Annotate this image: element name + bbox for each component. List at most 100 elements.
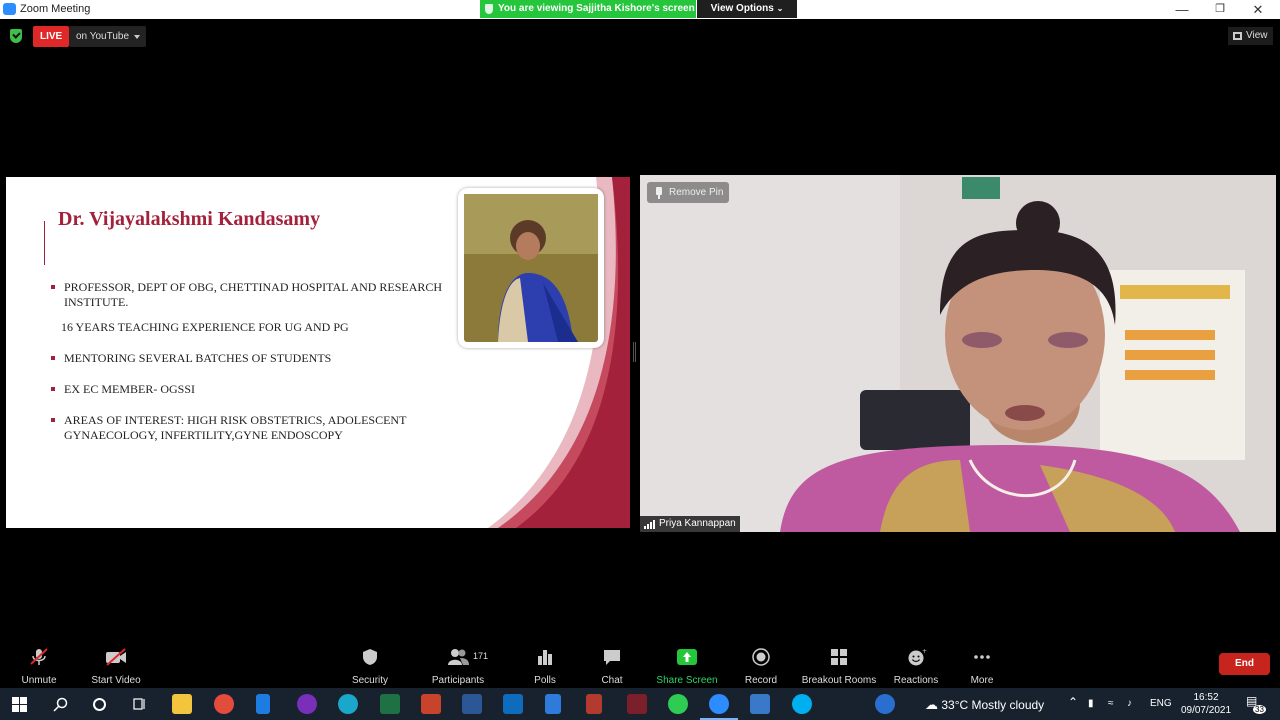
clock-date: 09/07/2021 (1180, 705, 1232, 716)
media-app-icon[interactable] (627, 694, 647, 714)
file-explorer-icon[interactable] (172, 694, 192, 714)
polls-button[interactable]: Polls (525, 648, 565, 688)
breakout-rooms-icon (831, 649, 847, 665)
start-video-label: Start Video (91, 675, 141, 686)
edge-icon[interactable] (338, 694, 358, 714)
unmute-label: Unmute (21, 675, 57, 686)
svg-text:+: + (922, 648, 927, 655)
cloud-icon: ☁ (925, 697, 938, 712)
view-options-button[interactable]: View Options ⌄ (697, 0, 797, 18)
bullet-list: PROFESSOR, DEPT OF OBG, CHETTINAD HOSPIT… (50, 280, 460, 459)
reactions-label: Reactions (893, 675, 939, 686)
acrobat-icon[interactable] (586, 694, 602, 714)
weather-text: 33°C Mostly cloudy (941, 698, 1045, 712)
share-screen-label: Share Screen (656, 675, 718, 686)
clock[interactable]: 16:52 09/07/2021 (1178, 691, 1234, 717)
battery-icon[interactable]: ▮ (1088, 698, 1094, 709)
reactions-button[interactable]: + Reactions (892, 648, 940, 688)
skype-icon[interactable] (792, 694, 812, 714)
microphone-muted-icon (30, 648, 48, 665)
volume-icon[interactable]: ♪ (1127, 698, 1132, 709)
window-title: Zoom Meeting (20, 3, 91, 15)
chevron-down-icon: ⌄ (776, 4, 784, 13)
bullet-text: PROFESSOR, DEPT OF OBG, CHETTINAD HOSPIT… (64, 280, 443, 309)
end-meeting-button[interactable]: End (1219, 653, 1270, 675)
notification-count: 33 (1253, 705, 1266, 714)
security-label: Security (351, 675, 389, 686)
bullet-text: AREAS OF INTEREST: HIGH RISK OBSTETRICS,… (64, 413, 407, 442)
share-screen-icon (677, 649, 697, 665)
wifi-icon[interactable]: ≈ (1108, 698, 1114, 709)
participant-name-tag: Priya Kannappan (640, 516, 740, 532)
more-label: More (970, 675, 994, 686)
colorful-app-icon[interactable] (297, 694, 317, 714)
more-button[interactable]: More (962, 648, 1002, 688)
polls-icon (538, 650, 552, 665)
chat-button[interactable]: Chat (592, 648, 632, 688)
remove-pin-label: Remove Pin (669, 187, 724, 198)
visual-studio-code-icon[interactable] (256, 694, 270, 714)
record-button[interactable]: Record (740, 648, 782, 688)
bullet-item: 16 YEARS TEACHING EXPERIENCE FOR UG AND … (50, 320, 460, 335)
maximize-button[interactable]: ❐ (1200, 0, 1240, 19)
bullet-text: MENTORING SEVERAL BATCHES OF STUDENTS (64, 351, 332, 365)
chrome-icon[interactable] (214, 694, 234, 714)
polls-label: Polls (534, 675, 556, 686)
shield-icon (485, 4, 493, 14)
minimize-button[interactable]: — (1162, 0, 1202, 19)
unmute-button[interactable]: Unmute (18, 648, 60, 688)
zoom-taskbar-icon[interactable] (709, 694, 729, 714)
split-view-divider[interactable] (633, 342, 636, 362)
pin-icon (656, 187, 662, 199)
screen-share-banner: You are viewing Sajjitha Kishore's scree… (480, 0, 696, 18)
record-icon (752, 648, 770, 666)
view-button[interactable]: View (1228, 27, 1273, 45)
whatsapp-icon[interactable] (668, 694, 688, 714)
language-indicator[interactable]: ENG (1150, 698, 1172, 709)
remove-pin-button[interactable]: Remove Pin (647, 182, 729, 203)
windows-start-icon[interactable] (12, 697, 27, 712)
view-button-label: View (1246, 30, 1268, 41)
start-video-button[interactable]: Start Video (88, 648, 144, 688)
word-icon[interactable] (462, 694, 482, 714)
bullet-item: AREAS OF INTEREST: HIGH RISK OBSTETRICS,… (50, 413, 460, 443)
participant-name: Priya Kannappan (659, 518, 736, 529)
live-badge: LIVE (33, 26, 70, 47)
powerpoint-icon[interactable] (421, 694, 441, 714)
chevron-up-icon[interactable]: ⌃ (1068, 695, 1078, 709)
help-icon[interactable] (875, 694, 895, 714)
view-options-label: View Options (710, 3, 774, 14)
speaker-photo-image (464, 194, 598, 342)
task-view-icon[interactable] (132, 697, 148, 712)
speaker-photo (458, 188, 604, 348)
search-icon[interactable] (53, 697, 68, 712)
security-button[interactable]: Security (348, 648, 392, 688)
live-destination-dropdown[interactable]: on YouTube (69, 26, 146, 47)
close-button[interactable]: ✕ (1238, 0, 1278, 19)
bullet-mark (51, 387, 55, 391)
participant-video[interactable] (640, 175, 1276, 532)
bullet-mark (51, 285, 55, 289)
bullet-item: PROFESSOR, DEPT OF OBG, CHETTINAD HOSPIT… (50, 280, 460, 310)
bullet-mark (51, 356, 55, 360)
breakout-rooms-button[interactable]: Breakout Rooms (800, 648, 878, 688)
excel-icon[interactable] (380, 694, 400, 714)
signal-strength-icon (644, 520, 656, 529)
chat-label: Chat (601, 675, 623, 686)
grid-icon (1233, 32, 1242, 40)
shared-slide: Dr. Vijayalakshmi Kandasamy PROFESSOR, D… (6, 177, 630, 528)
share-screen-button[interactable]: Share Screen (655, 648, 719, 688)
bullet-item: MENTORING SEVERAL BATCHES OF STUDENTS (50, 351, 460, 366)
encryption-shield-icon[interactable] (10, 29, 22, 43)
video-off-icon (106, 648, 126, 666)
outlook-icon[interactable] (503, 694, 523, 714)
bullet-mark (51, 418, 55, 422)
network-app-icon[interactable] (750, 694, 770, 714)
caret-down-icon (134, 35, 140, 39)
breakout-rooms-label: Breakout Rooms (801, 675, 877, 686)
cortana-icon[interactable] (92, 697, 107, 712)
todo-icon[interactable] (545, 694, 561, 714)
windows-taskbar: ☁ 33°C Mostly cloudy ⌃ ▮ ≈ ♪ ENG 16:52 0… (0, 688, 1280, 720)
weather-widget[interactable]: ☁ 33°C Mostly cloudy (925, 697, 1044, 713)
live-destination-label: on YouTube (76, 31, 130, 42)
